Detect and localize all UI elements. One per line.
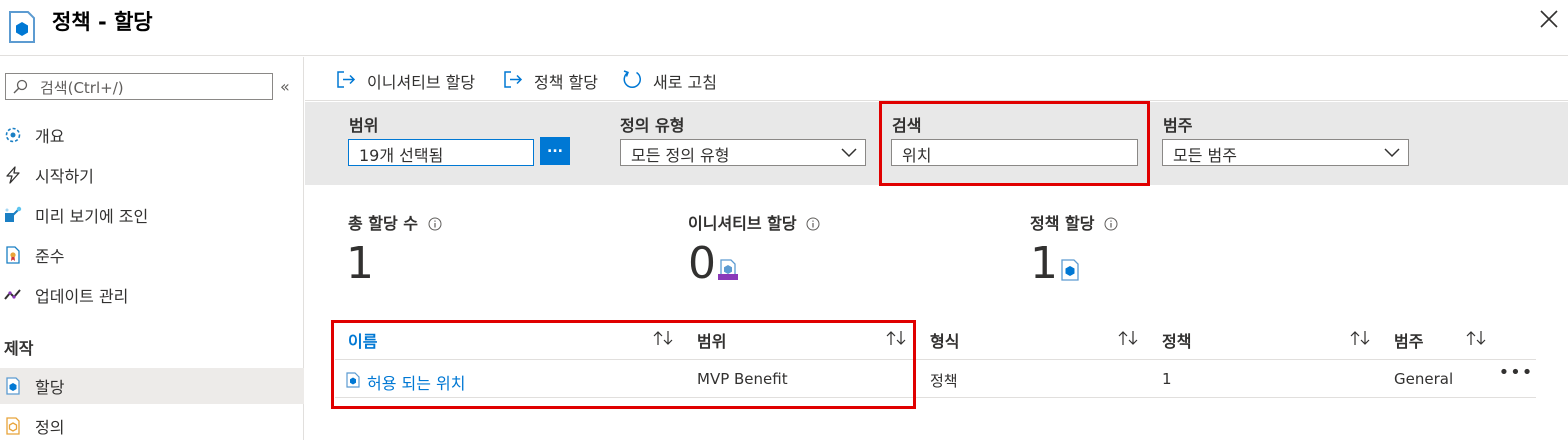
sort-icon[interactable] [1349, 329, 1371, 347]
close-icon[interactable] [1538, 8, 1560, 30]
column-header-name[interactable]: 이름 [348, 328, 377, 352]
assign-icon [504, 71, 523, 88]
command-bar: 이니셔티브 할당 정책 할당 새로 고침 [305, 57, 1568, 101]
sort-icon[interactable] [885, 329, 907, 347]
sidebar-item-label: 준수 [35, 247, 65, 266]
definition-type-dropdown[interactable]: 모든 정의 유형 [620, 139, 866, 166]
info-icon[interactable] [1104, 217, 1118, 231]
assignment-name-link[interactable]: 허용 되는 위치 [367, 370, 466, 394]
row-divider [335, 397, 1536, 398]
overview-icon [5, 127, 21, 143]
category-value: 모든 범주 [1173, 146, 1237, 165]
info-icon[interactable] [806, 217, 820, 231]
sidebar-item-label: 업데이트 관리 [35, 287, 129, 306]
total-assignments-label: 총 할당 수 [348, 210, 442, 234]
preview-icon [5, 206, 22, 222]
sidebar-section-authoring: 제작 [4, 339, 34, 358]
filter-bar: 범위 19개 선택됨 ... 정의 유형 모든 정의 유형 검색 위치 범주 모… [305, 102, 1568, 185]
info-icon[interactable] [428, 217, 442, 231]
sidebar-item-compliance[interactable]: 준수 [0, 237, 304, 273]
assign-initiative-label: 이니셔티브 할당 [367, 73, 476, 92]
scope-picker-button[interactable]: ... [540, 137, 570, 165]
chevron-down-icon [841, 148, 857, 158]
policy-assignments-label: 정책 할당 [1030, 210, 1118, 234]
sidebar-item-join-preview[interactable]: 미리 보기에 조인 [0, 197, 304, 233]
sidebar-item-update-management[interactable]: 업데이트 관리 [0, 277, 304, 313]
sidebar-item-assignments[interactable]: 할당 [0, 368, 304, 404]
assignment-icon [6, 377, 20, 395]
assignment-type: 정책 [930, 372, 958, 390]
assign-policy-label: 정책 할당 [534, 73, 598, 92]
category-dropdown[interactable]: 모든 범주 [1162, 139, 1409, 166]
sidebar-item-label: 미리 보기에 조인 [35, 207, 149, 226]
chevron-down-icon [1384, 148, 1400, 158]
definition-type-label: 정의 유형 [620, 116, 685, 135]
sidebar-item-label: 시작하기 [35, 167, 94, 186]
header-divider [335, 359, 1536, 360]
policy-icon [1061, 259, 1079, 281]
initiative-icon [718, 259, 738, 280]
total-assignments-value: 1 [346, 238, 374, 289]
sidebar-item-get-started[interactable]: 시작하기 [0, 157, 304, 193]
initiative-assignments-label: 이니셔티브 할당 [688, 210, 820, 234]
column-header-scope[interactable]: 범위 [697, 328, 726, 352]
row-more-button[interactable]: ••• [1498, 362, 1534, 394]
definition-icon [6, 417, 20, 435]
sidebar-item-overview[interactable]: 개요 [0, 117, 304, 153]
refresh-label: 새로 고침 [653, 73, 717, 92]
policy-icon [346, 372, 360, 388]
assignment-category: General [1394, 370, 1454, 388]
initiative-assignments-value: 0 [688, 238, 716, 289]
search-field[interactable]: 위치 [891, 139, 1138, 166]
sort-icon[interactable] [1117, 329, 1139, 347]
blade-header: 정책 - 할당 [0, 0, 1568, 56]
assignment-scope: MVP Benefit [697, 370, 788, 388]
sidebar-item-label: 정의 [35, 418, 65, 437]
column-header-type[interactable]: 형식 [930, 328, 959, 352]
category-label: 범주 [1163, 116, 1193, 135]
sort-icon[interactable] [652, 329, 674, 347]
sort-icon[interactable] [1465, 329, 1487, 347]
sidebar-item-label: 개요 [35, 127, 65, 146]
policy-icon [9, 11, 35, 43]
search-placeholder: 검색(Ctrl+/) [40, 79, 124, 97]
search-label: 검색 [892, 116, 922, 135]
update-icon [4, 289, 21, 300]
column-header-policies[interactable]: 정책 [1162, 328, 1191, 352]
sidebar-search-input[interactable]: 검색(Ctrl+/) [5, 73, 273, 100]
policy-assignments-value: 1 [1030, 238, 1058, 289]
compliance-icon [6, 246, 20, 264]
column-header-category[interactable]: 범주 [1394, 328, 1423, 352]
refresh-icon [623, 70, 641, 89]
sidebar: 검색(Ctrl+/) « 개요 시작하기 미리 보기에 조인 준수 업데이트 관… [0, 57, 304, 440]
assign-icon [337, 71, 356, 88]
search-icon [13, 79, 28, 94]
lightning-icon [6, 166, 20, 184]
definition-type-value: 모든 정의 유형 [631, 146, 730, 165]
collapse-sidebar-button[interactable]: « [280, 77, 290, 96]
page-title: 정책 - 할당 [52, 10, 153, 34]
table-highlight-box [331, 320, 916, 409]
sidebar-item-definitions[interactable]: 정의 [0, 408, 304, 440]
assignment-policy-count: 1 [1162, 370, 1172, 388]
scope-field[interactable]: 19개 선택됨 [348, 139, 534, 166]
scope-label: 범위 [349, 116, 379, 135]
sidebar-item-label: 할당 [35, 378, 65, 397]
